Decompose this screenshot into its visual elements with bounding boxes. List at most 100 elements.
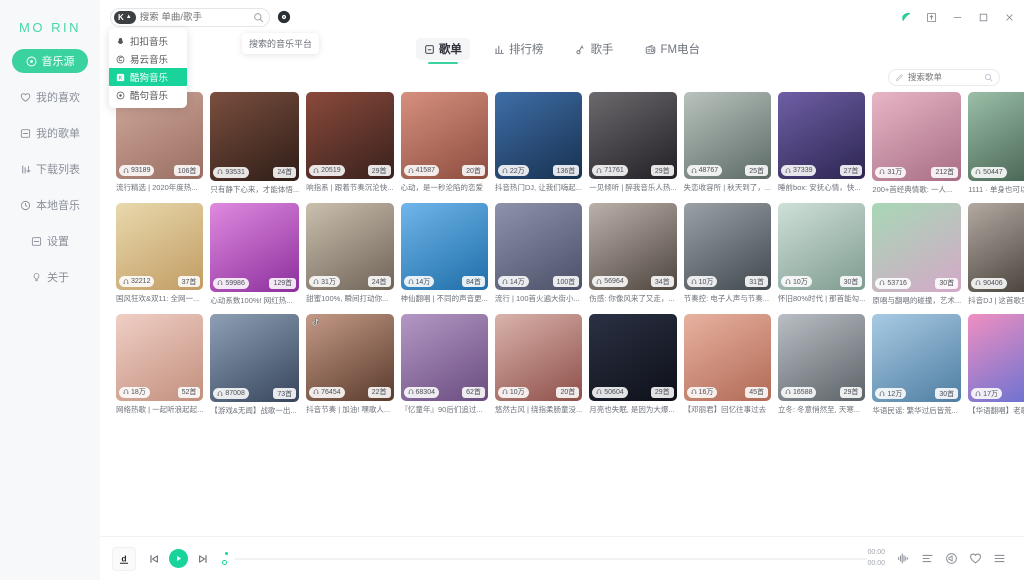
tab-fm-radio[interactable]: FM电台 xyxy=(637,38,708,60)
playlist-card[interactable]: 93531 24首 只有静下心来，才能体悟... xyxy=(210,92,300,194)
album-art[interactable]: d xyxy=(112,546,136,571)
playlist-cover[interactable]: 59986 129首 xyxy=(210,202,300,292)
global-search[interactable]: K ▲ xyxy=(110,7,270,27)
tab-playlists[interactable]: 歌单 xyxy=(415,38,470,64)
playlist-cover[interactable]: 76454 22首 xyxy=(306,313,394,401)
playlist-card[interactable]: 31万 24首 甜蜜100%, 瞬间打动你... xyxy=(306,202,394,305)
playlist-card[interactable]: 20519 29首 响指系 | 跟着节奏沉沦快... xyxy=(306,92,394,194)
favorite-icon[interactable] xyxy=(969,552,982,565)
tab-charts[interactable]: 排行榜 xyxy=(486,38,552,60)
playlist-card[interactable]: 5044722首 1111 · 单身也可以很快乐 xyxy=(968,92,1024,194)
playlist-cover[interactable]: 10万 30首 xyxy=(778,202,866,291)
playlist-cover[interactable]: 20519 29首 xyxy=(306,92,394,180)
playlist-cover[interactable]: 10万 20首 xyxy=(494,313,583,401)
close-icon[interactable] xyxy=(1003,11,1016,24)
dropdown-item-netease-music[interactable]: 易云音乐 xyxy=(109,50,187,68)
playlist-card[interactable]: 76454 22首 抖音节奏 | 加油! 嘿歌人... xyxy=(306,313,394,416)
queue-icon[interactable] xyxy=(993,552,1006,565)
playlist-card[interactable]: 22万 136首 抖音热门DJ, 让我们嗨起... xyxy=(494,92,583,194)
playlist-card[interactable]: 68304 62首 『忆童年』90后们追过... xyxy=(400,313,488,416)
playlist-card[interactable]: 41587 20首 心动，是一秒沦陷的恋爱 xyxy=(400,92,488,194)
sidebar-item-about[interactable]: 关于 xyxy=(12,265,88,289)
maximize-icon[interactable] xyxy=(977,11,990,24)
search-icon[interactable] xyxy=(984,73,993,82)
playlist-cover[interactable]: 31万 24首 xyxy=(306,202,394,291)
playlist-card[interactable]: 12万 30首 华语民谣: 繁华过后皆荒... xyxy=(872,313,962,415)
sidebar-item-music-source[interactable]: 音乐源 xyxy=(12,49,88,73)
playlist-card[interactable]: 10万 31首 节奏控: 电子人声与节奏... xyxy=(683,202,772,305)
playlist-cover[interactable]: 31万 212首 xyxy=(872,92,962,181)
playlist-card[interactable]: 17万165首【华语翻唱】老歌新听，... xyxy=(968,313,1024,415)
playlist-cover[interactable]: 68304 62首 xyxy=(400,313,488,401)
playlist-cover[interactable]: 53716 30首 xyxy=(872,202,962,292)
source-selector-button[interactable]: K ▲ xyxy=(114,10,136,24)
playlist-cover[interactable]: 41587 20首 xyxy=(400,92,488,180)
playlist-cover[interactable]: 5044722首 xyxy=(968,92,1024,181)
playlist-card[interactable]: 59986 129首 心动系数100%! 网红热... xyxy=(210,202,300,305)
playlist-cover[interactable]: 56964 34首 xyxy=(589,202,677,291)
playlist-cover[interactable]: 50604 29首 xyxy=(589,313,677,401)
sidebar-item-local-music[interactable]: 本地音乐 xyxy=(12,193,88,217)
playlist-cover[interactable]: 16588 29首 xyxy=(778,313,866,401)
playlist-cover[interactable]: 37339 27首 xyxy=(778,92,866,180)
source-dropdown[interactable]: 扣扣音乐 易云音乐 K 酷狗音乐 酷句音乐 xyxy=(109,28,187,108)
equalizer-icon[interactable] xyxy=(897,552,910,565)
playlist-cover[interactable]: 18万 52首 xyxy=(116,313,204,401)
playlist-card[interactable]: 16588 29首 立冬: 冬意悄然至, 天寒... xyxy=(778,313,866,416)
playlist-card[interactable]: 9040620首抖音DJ | 这首歌里有我... xyxy=(968,202,1024,305)
dropdown-item-qq-music[interactable]: 扣扣音乐 xyxy=(109,32,187,50)
sidebar-item-my-favorites[interactable]: 我的喜欢 xyxy=(12,85,88,109)
next-button[interactable] xyxy=(197,553,209,565)
progress-track[interactable] xyxy=(234,557,868,560)
playlist-cover[interactable]: 12万 30首 xyxy=(872,313,962,403)
sidebar-item-settings[interactable]: 设置 xyxy=(12,229,88,253)
playlist-card[interactable]: 31万 212首 200+首经典情歌: 一人... xyxy=(872,92,962,194)
playlist-card[interactable]: 10万 20首 悠然古风 | 绕指柔肠童没... xyxy=(494,313,583,416)
playlist-cover[interactable]: 10万 31首 xyxy=(683,202,772,291)
playlist-cover[interactable]: 14万 84首 xyxy=(400,202,488,291)
play-button[interactable] xyxy=(169,549,188,568)
previous-button[interactable] xyxy=(148,553,160,565)
playlist-card[interactable]: 56964 34首 伤感: 你像风来了又走，... xyxy=(589,202,677,305)
playlist-cover[interactable]: 71761 29首 xyxy=(589,92,677,180)
playlist-card[interactable]: 18万 52首 网络热歌 | 一起听浪起起... xyxy=(116,313,204,416)
progress-area[interactable] xyxy=(223,544,868,574)
playlist-cover[interactable]: 48767 25首 xyxy=(683,92,772,180)
playlist-cover[interactable]: 22万 136首 xyxy=(494,92,583,180)
playlist-cover[interactable]: 17万165首 xyxy=(968,313,1024,403)
search-input[interactable] xyxy=(139,11,249,23)
playlist-card[interactable]: 14万 84首 神仙翻唱 | 不同的声音更... xyxy=(400,202,488,305)
playlist-search[interactable] xyxy=(888,68,1000,86)
playlist-cover[interactable]: 16万 45首 xyxy=(683,313,772,401)
playlist-card[interactable]: 50604 29首 月亮也失眠, 是因为大爆... xyxy=(589,313,677,416)
dropdown-item-kugou-music[interactable]: K 酷狗音乐 xyxy=(109,68,187,86)
dropdown-item-kuwo-music[interactable]: 酷句音乐 xyxy=(109,86,187,104)
playlist-card[interactable]: 14万 100首 流行 | 100首火遍大街小... xyxy=(494,202,583,305)
sidebar-item-my-playlists[interactable]: 我的歌单 xyxy=(12,121,88,145)
playlist-card[interactable]: 87008 73首 【游戏&无闻】战歌一出... xyxy=(210,313,300,415)
vinyl-icon[interactable] xyxy=(277,10,291,24)
playlist-cover[interactable]: 9040620首 xyxy=(968,202,1024,292)
playlist-card[interactable]: 37339 27首 睡前box: 安抚心情，快... xyxy=(778,92,866,194)
playlist-card[interactable]: 16万 45首 【邓丽君】回忆往事过去 xyxy=(683,313,772,416)
playlist-card[interactable]: 48767 25首 失恋收容所 | 秋天到了，... xyxy=(683,92,772,194)
search-icon[interactable] xyxy=(253,12,264,23)
tab-singers[interactable]: 歌手 xyxy=(567,38,621,60)
playlist-cover[interactable]: 14万 100首 xyxy=(494,202,583,291)
current-time: 00:00 xyxy=(867,549,885,556)
progress-handle[interactable] xyxy=(223,549,231,569)
minimize-icon[interactable] xyxy=(951,11,964,24)
playlist-card[interactable]: 71761 29首 一见倾听 | 醉我音乐人热... xyxy=(589,92,677,194)
playlist-cover[interactable]: 87008 73首 xyxy=(210,313,300,403)
playlist-cover[interactable]: 32212 37首 xyxy=(116,202,204,291)
lyrics-icon[interactable] xyxy=(921,552,934,565)
playlist-card[interactable]: 53716 30首 原唱与翻唱的碰撞，艺术... xyxy=(872,202,962,305)
leaf-icon[interactable] xyxy=(899,11,912,24)
sidebar-item-download-list[interactable]: 下载列表 xyxy=(12,157,88,181)
playlist-card[interactable]: 32212 37首 国风狂欢&双11: 全网一... xyxy=(116,202,204,305)
volume-icon[interactable] xyxy=(945,552,958,565)
playlist-card[interactable]: 10万 30首 怀旧80%时代 | 那首能勾... xyxy=(778,202,866,305)
pin-icon[interactable] xyxy=(925,11,938,24)
playlist-search-input[interactable] xyxy=(908,72,980,82)
playlist-cover[interactable]: 93531 24首 xyxy=(210,92,300,181)
